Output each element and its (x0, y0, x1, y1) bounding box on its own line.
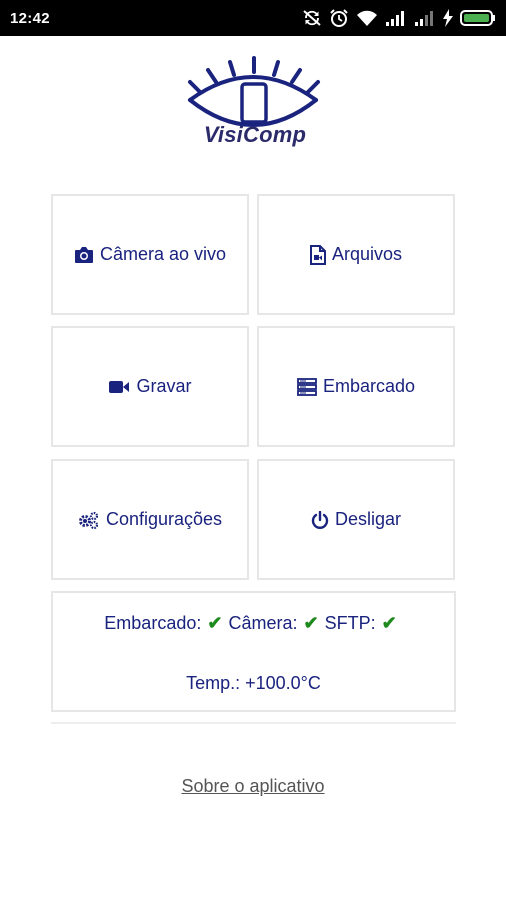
status-time: 12:42 (10, 9, 50, 27)
alarm-icon (329, 8, 349, 28)
embedded-label: Embarcado (322, 376, 416, 396)
power-icon (311, 510, 329, 529)
about-app-link[interactable]: Sobre o aplicativo (0, 776, 506, 797)
files-label: Arquivos (331, 244, 403, 264)
embedded-check-icon: ✔ (207, 612, 223, 633)
temperature-readout: Temp.: +100.0°C (186, 673, 321, 693)
shutdown-label: Desligar (334, 509, 402, 529)
status-panel: Embarcado: ✔ Câmera: ✔ SFTP: ✔ Temp.: +100.0°… (51, 591, 456, 712)
files-button[interactable]: Arquivos (257, 194, 455, 315)
camera-status-label: Câmera: (228, 612, 298, 633)
signal-weak-icon (414, 9, 436, 27)
signal-icon (385, 9, 407, 27)
server-icon (297, 377, 317, 396)
connection-status-row: Embarcado: ✔ Câmera: ✔ SFTP: ✔ (53, 612, 454, 634)
record-label: Gravar (136, 376, 192, 396)
file-video-icon (309, 244, 326, 265)
settings-label: Configurações (105, 509, 223, 529)
sftp-check-icon: ✔ (381, 612, 397, 633)
sftp-status-label: SFTP: (324, 612, 376, 633)
status-bar: 12:42 (0, 0, 506, 36)
status-icons (302, 8, 496, 28)
embedded-button[interactable]: Embarcado (257, 326, 455, 447)
record-button[interactable]: Gravar (51, 326, 249, 447)
camera-check-icon: ✔ (303, 612, 319, 633)
embedded-status-label: Embarcado: (104, 612, 202, 633)
divider (51, 722, 456, 724)
shutdown-button[interactable]: Desligar (257, 459, 455, 580)
settings-button[interactable]: Configurações (51, 459, 249, 580)
logo-text: VisiComp (203, 122, 307, 147)
live-camera-button[interactable]: Câmera ao vivo (51, 194, 249, 315)
camera-icon (74, 246, 94, 264)
live-camera-label: Câmera ao vivo (99, 244, 227, 264)
wifi-icon (356, 9, 378, 27)
battery-icon (460, 9, 496, 27)
video-camera-icon (108, 379, 130, 395)
gears-icon (78, 511, 100, 529)
charging-icon (443, 9, 453, 27)
sync-off-icon (302, 9, 322, 27)
